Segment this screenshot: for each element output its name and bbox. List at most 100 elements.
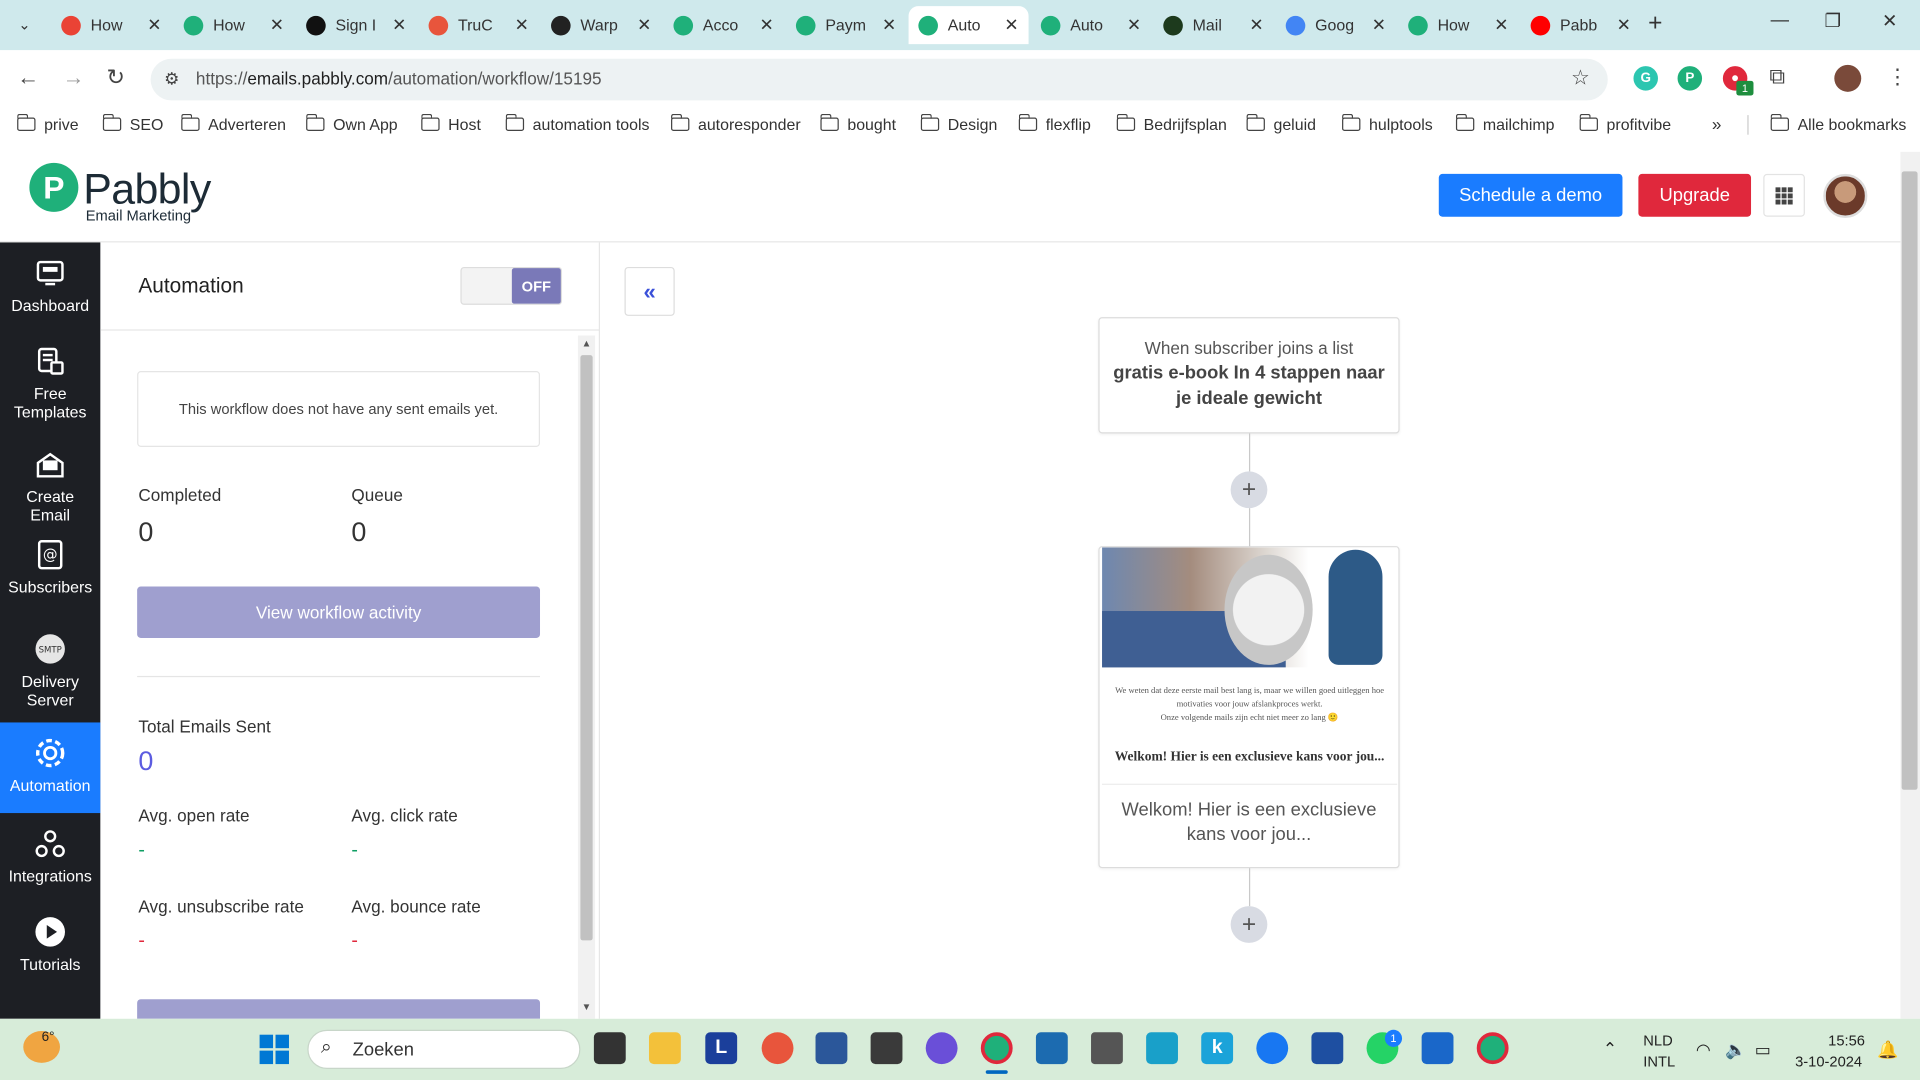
browser-tab[interactable]: Auto ✕: [1031, 6, 1151, 44]
scroll-up-arrow-icon[interactable]: ▲: [582, 338, 592, 349]
browser-tab[interactable]: Sign I ✕: [296, 6, 416, 44]
add-step-button[interactable]: +: [1230, 471, 1268, 509]
all-bookmarks[interactable]: Alle bookmarks: [1770, 113, 1906, 133]
bookmark-folder[interactable]: Design: [920, 113, 997, 133]
word-icon[interactable]: [815, 1032, 848, 1065]
bookmark-folder[interactable]: hulptools: [1341, 113, 1433, 133]
browser-tab[interactable]: Auto ✕: [908, 6, 1029, 45]
browser-tab[interactable]: How ✕: [51, 6, 171, 44]
forward-arrow-icon[interactable]: →: [62, 65, 84, 91]
restore-icon[interactable]: ❐: [1825, 10, 1841, 32]
tray-expand-icon[interactable]: ⌃: [1603, 1038, 1617, 1059]
sidebar-item-tutorials[interactable]: Tutorials: [0, 901, 100, 989]
bookmark-folder[interactable]: Adverteren: [180, 113, 286, 133]
clock-date[interactable]: 3-10-2024: [1795, 1053, 1862, 1070]
app-l-icon[interactable]: L: [705, 1032, 738, 1065]
battery-icon[interactable]: ▭: [1755, 1040, 1771, 1061]
trigger-node[interactable]: When subscriber joins a list gratis e-bo…: [1098, 317, 1400, 434]
bookmark-folder[interactable]: SEO: [102, 113, 163, 133]
notepad-icon[interactable]: [1421, 1032, 1454, 1065]
facebook-icon[interactable]: [1256, 1032, 1289, 1065]
bookmark-folder[interactable]: geluid: [1245, 113, 1316, 133]
close-tab-icon[interactable]: ✕: [1372, 15, 1386, 36]
pabbly-extension-icon[interactable]: P: [1677, 66, 1703, 91]
browser-tab[interactable]: How ✕: [1398, 6, 1518, 44]
close-tab-icon[interactable]: ✕: [760, 15, 774, 36]
close-tab-icon[interactable]: ✕: [882, 15, 896, 36]
bookmark-folder[interactable]: prive: [16, 113, 79, 133]
grammarly-extension-icon[interactable]: G: [1633, 66, 1658, 91]
bookmark-folder[interactable]: mailchimp: [1455, 113, 1555, 133]
browser-tab[interactable]: Acco ✕: [664, 6, 784, 44]
apps-grid-button[interactable]: [1763, 173, 1805, 217]
browser-menu-icon[interactable]: ⋮: [1887, 65, 1908, 89]
browser-tab[interactable]: TruC ✕: [419, 6, 539, 44]
close-tab-icon[interactable]: ✕: [1249, 15, 1263, 36]
bookmark-folder[interactable]: flexflip: [1018, 113, 1091, 133]
sidebar-item-automation[interactable]: Automation: [0, 722, 101, 814]
page-scrollbar-thumb[interactable]: [1901, 171, 1918, 790]
close-tab-icon[interactable]: ✕: [392, 15, 406, 36]
bookmark-folder[interactable]: Host: [420, 113, 481, 133]
file-explorer-icon[interactable]: [648, 1032, 681, 1065]
app-diamond-icon[interactable]: [1146, 1032, 1178, 1065]
close-tab-icon[interactable]: ✕: [637, 15, 651, 36]
browser-tab[interactable]: Goog ✕: [1276, 6, 1396, 44]
sidebar-item-delivery-server[interactable]: SMTP Delivery Server: [0, 618, 100, 722]
email-preview[interactable]: We weten dat deze eerste mail best lang …: [1102, 547, 1398, 785]
toggle-off-label[interactable]: OFF: [511, 268, 561, 304]
bookmark-star-icon[interactable]: ☆: [1571, 66, 1590, 90]
close-tab-icon[interactable]: ✕: [1494, 15, 1508, 36]
browser-tab[interactable]: How ✕: [174, 6, 294, 44]
partially-visible-button[interactable]: [137, 999, 541, 1019]
start-button[interactable]: [259, 1034, 289, 1065]
bookmark-folder[interactable]: Bedrijfsplan: [1116, 113, 1227, 133]
bookmark-folder[interactable]: bought: [819, 113, 896, 133]
tab-search-chevron-icon[interactable]: ⌄: [10, 10, 39, 39]
back-arrow-icon[interactable]: ←: [17, 65, 39, 91]
minimize-icon[interactable]: —: [1771, 10, 1789, 31]
audio-app-icon[interactable]: [870, 1032, 903, 1065]
app-purple-icon[interactable]: [925, 1032, 958, 1065]
profile-avatar[interactable]: [1834, 64, 1862, 92]
panel-scrollbar-thumb[interactable]: [580, 355, 593, 941]
url-text[interactable]: https://emails.pabbly.com/automation/wor…: [196, 69, 602, 89]
extensions-puzzle-icon[interactable]: ⧉: [1769, 64, 1785, 90]
close-tab-icon[interactable]: ✕: [1127, 15, 1141, 36]
close-tab-icon[interactable]: ✕: [515, 15, 529, 36]
app-k-icon[interactable]: k: [1201, 1032, 1234, 1065]
chrome-icon[interactable]: [980, 1032, 1013, 1065]
scroll-down-arrow-icon[interactable]: ▼: [582, 1002, 592, 1013]
close-tab-icon[interactable]: ✕: [147, 15, 161, 36]
upgrade-button[interactable]: Upgrade: [1638, 173, 1752, 217]
site-info-icon[interactable]: ⚙: [164, 69, 179, 90]
notes-app-icon[interactable]: [1311, 1032, 1344, 1065]
close-tab-icon[interactable]: ✕: [270, 15, 284, 36]
reload-icon[interactable]: ↻: [107, 65, 125, 91]
task-view-icon[interactable]: [593, 1032, 626, 1065]
terminal-icon[interactable]: [1035, 1032, 1068, 1065]
browser-tab[interactable]: Paym ✕: [786, 6, 906, 44]
browser-tab[interactable]: Mail ✕: [1153, 6, 1273, 44]
wifi-icon[interactable]: ◠: [1696, 1040, 1711, 1061]
volume-icon[interactable]: 🔈: [1725, 1040, 1746, 1061]
taskbar-search[interactable]: [307, 1029, 581, 1069]
close-window-icon[interactable]: ✕: [1882, 10, 1897, 32]
view-workflow-activity-button[interactable]: View workflow activity: [137, 586, 541, 638]
sidebar-item-dashboard[interactable]: Dashboard: [0, 242, 100, 330]
app-window-icon[interactable]: [1091, 1032, 1123, 1065]
app-orange-icon[interactable]: [761, 1032, 794, 1065]
language-code[interactable]: NLD: [1643, 1032, 1672, 1049]
bookmark-folder[interactable]: autoresponder: [670, 113, 801, 133]
collapse-panel-button[interactable]: «: [624, 266, 675, 316]
bookmark-folder[interactable]: automation tools: [505, 113, 649, 133]
sidebar-item-integrations[interactable]: Integrations: [0, 813, 100, 901]
more-bookmarks-icon[interactable]: »: [1712, 114, 1722, 134]
notification-bell-icon[interactable]: 🔔: [1877, 1040, 1898, 1061]
browser-tab[interactable]: Pabb ✕: [1521, 6, 1641, 44]
new-tab-button[interactable]: +: [1648, 10, 1662, 38]
bookmark-folder[interactable]: Own App: [305, 113, 398, 133]
user-avatar[interactable]: [1823, 173, 1868, 218]
sidebar-item-subscribers[interactable]: @ Subscribers: [0, 524, 100, 618]
close-tab-icon[interactable]: ✕: [1004, 15, 1018, 36]
